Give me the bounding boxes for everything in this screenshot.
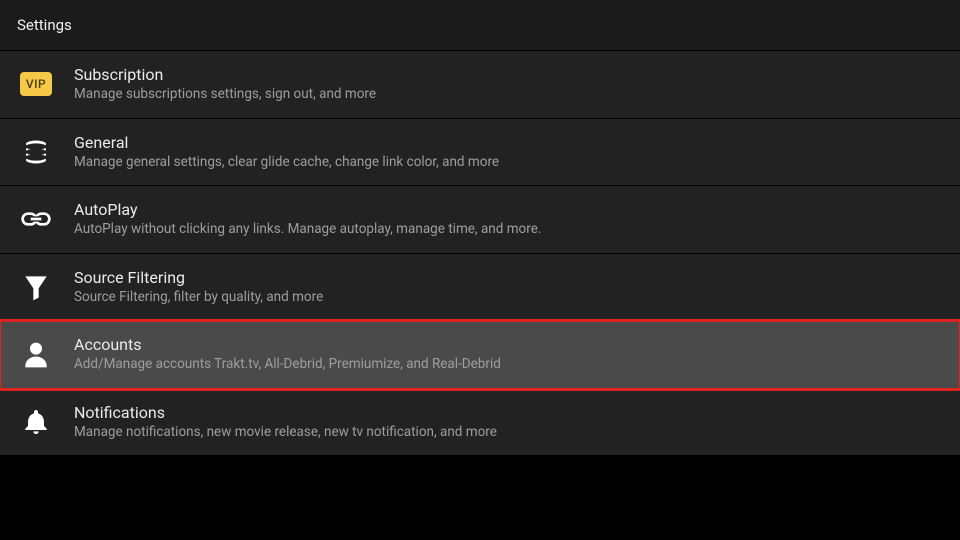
- item-title: AutoPlay: [74, 200, 541, 219]
- item-title: Source Filtering: [74, 268, 323, 287]
- item-subtitle: Add/Manage accounts Trakt.tv, All-Debrid…: [74, 356, 501, 374]
- item-subtitle: Source Filtering, filter by quality, and…: [74, 289, 323, 307]
- settings-item-autoplay[interactable]: AutoPlay AutoPlay without clicking any l…: [0, 186, 960, 254]
- item-subtitle: Manage subscriptions settings, sign out,…: [74, 86, 376, 104]
- vip-icon: VIP: [18, 66, 54, 102]
- settings-item-general[interactable]: General Manage general settings, clear g…: [0, 119, 960, 187]
- item-title: Notifications: [74, 403, 497, 422]
- funnel-icon: [18, 269, 54, 305]
- settings-list: VIP Subscription Manage subscriptions se…: [0, 50, 960, 456]
- item-subtitle: Manage notifications, new movie release,…: [74, 424, 497, 442]
- page-title: Settings: [17, 16, 72, 34]
- item-subtitle: Manage general settings, clear glide cac…: [74, 154, 499, 172]
- settings-header: Settings: [0, 0, 960, 50]
- link-icon: [18, 201, 54, 237]
- settings-item-subscription[interactable]: VIP Subscription Manage subscriptions se…: [0, 50, 960, 119]
- settings-item-source-filtering[interactable]: Source Filtering Source Filtering, filte…: [0, 254, 960, 322]
- bell-icon: [18, 404, 54, 440]
- item-title: General: [74, 133, 499, 152]
- person-icon: [18, 336, 54, 372]
- settings-item-notifications[interactable]: Notifications Manage notifications, new …: [0, 389, 960, 457]
- stack-icon: [18, 134, 54, 170]
- item-subtitle: AutoPlay without clicking any links. Man…: [74, 221, 541, 239]
- item-title: Subscription: [74, 65, 376, 84]
- item-title: Accounts: [74, 335, 501, 354]
- settings-item-accounts[interactable]: Accounts Add/Manage accounts Trakt.tv, A…: [0, 321, 960, 389]
